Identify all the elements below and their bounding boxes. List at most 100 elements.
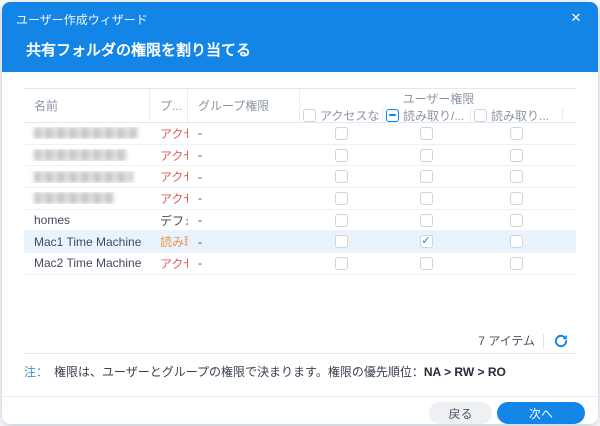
row-preview: デフォ: [160, 213, 188, 228]
row-checkbox-na[interactable]: [334, 235, 348, 249]
permissions-table: 名前 プ... グループ権限 ユーザー権限 アクセスなし 読み取り/...: [24, 88, 576, 354]
row-checkbox-rw[interactable]: [419, 148, 433, 162]
row-cell-read-only: [470, 170, 562, 184]
row-cell-read-only: [470, 126, 562, 140]
table-row[interactable]: homes デフォ -: [24, 210, 576, 232]
refresh-icon: [554, 334, 568, 347]
row-group-permission: -: [198, 213, 202, 228]
row-cell-no-access: [300, 213, 382, 227]
footer-divider: [543, 333, 544, 348]
back-button[interactable]: 戻る: [429, 402, 492, 424]
row-preview: アクセ: [160, 256, 188, 271]
bottom-spacer: [2, 380, 598, 384]
close-icon[interactable]: ✕: [567, 9, 585, 27]
permission-note: 注： 権限は、ユーザーとグループの権限で決まります。権限の優先順位：NA > RW…: [24, 363, 576, 380]
row-cell-read-write: [382, 191, 470, 205]
row-checkbox-rw[interactable]: [419, 126, 433, 140]
row-checkbox-na[interactable]: [334, 170, 348, 184]
header-checkbox-na[interactable]: [303, 108, 316, 122]
row-checkbox-ro[interactable]: [509, 256, 523, 270]
dialog-header: ユーザー作成ウィザード ✕ 共有フォルダの権限を割り当てる: [2, 2, 598, 72]
row-checkbox-ro[interactable]: [509, 170, 523, 184]
column-group-user-permission: ユーザー権限 アクセスなし 読み取り/... 読み取り...: [300, 89, 577, 123]
row-cell-read-write: [382, 170, 470, 184]
next-button[interactable]: 次へ: [497, 402, 585, 424]
subheader-no-access-label: アクセスなし: [320, 108, 382, 123]
row-preview: 読み取: [160, 235, 188, 250]
header-checkbox-ro[interactable]: [474, 108, 487, 122]
header-checkbox-rw[interactable]: [386, 108, 399, 122]
subheader-read-only: 読み取り...: [470, 107, 562, 123]
row-preview: アクセ: [160, 191, 188, 206]
row-cell-read-write: [382, 235, 470, 249]
table-footer: 7 アイテム: [24, 328, 576, 354]
refresh-button[interactable]: [552, 332, 570, 350]
row-checkbox-ro[interactable]: [509, 148, 523, 162]
row-group-permission: -: [198, 234, 202, 249]
row-preview: アクセ: [160, 170, 188, 185]
row-checkbox-ro[interactable]: [509, 126, 523, 140]
row-checkbox-rw[interactable]: [419, 170, 433, 184]
button-bar: 戻る 次へ: [2, 397, 598, 424]
subheader-read-write-label: 読み取り/...: [403, 108, 465, 123]
note-priority: NA > RW > RO: [423, 365, 506, 379]
row-checkbox-na[interactable]: [334, 126, 348, 140]
user-permission-group-label: ユーザー権限: [402, 92, 475, 106]
row-group-permission: -: [198, 126, 202, 141]
table-header: 名前 プ... グループ権限 ユーザー権限 アクセスなし 読み取り/...: [24, 89, 576, 123]
row-group-permission: -: [198, 169, 202, 184]
row-cell-no-access: [300, 235, 382, 249]
row-name: homes: [34, 213, 71, 228]
table-row[interactable]: Mac1 Time Machine 読み取 -: [24, 231, 576, 254]
table-row[interactable]: アクセ -: [24, 123, 576, 145]
redacted-name: [34, 149, 127, 162]
row-cell-read-write: [382, 213, 470, 227]
row-cell-read-only: [470, 256, 562, 270]
redacted-name: [34, 127, 138, 140]
item-count: 7 アイテム: [478, 334, 535, 348]
row-group-permission: -: [198, 191, 202, 206]
row-cell-no-access: [300, 126, 382, 140]
row-checkbox-rw[interactable]: [419, 213, 433, 227]
column-header-preview[interactable]: プ...: [150, 89, 188, 122]
row-checkbox-na[interactable]: [334, 191, 348, 205]
column-header-name[interactable]: 名前: [24, 89, 150, 122]
row-cell-read-only: [470, 213, 562, 227]
row-group-permission: -: [198, 256, 202, 271]
table-empty-area: [24, 275, 576, 328]
user-creation-wizard-dialog: ユーザー作成ウィザード ✕ 共有フォルダの権限を割り当てる 名前 プ... グル…: [2, 2, 598, 424]
row-checkbox-rw[interactable]: [419, 235, 433, 249]
table-row[interactable]: アクセ -: [24, 188, 576, 210]
table-row[interactable]: アクセ -: [24, 166, 576, 189]
row-checkbox-ro[interactable]: [509, 191, 523, 205]
row-group-permission: -: [198, 148, 202, 163]
row-cell-read-only: [470, 148, 562, 162]
row-checkbox-rw[interactable]: [419, 191, 433, 205]
subheader-read-only-label: 読み取り...: [491, 108, 550, 123]
row-cell-no-access: [300, 170, 382, 184]
row-checkbox-ro[interactable]: [509, 235, 523, 249]
row-cell-no-access: [300, 191, 382, 205]
table-row[interactable]: アクセ -: [24, 145, 576, 167]
row-checkbox-na[interactable]: [334, 213, 348, 227]
note-text: 権限は、ユーザーとグループの権限で決まります。権限の優先順位：: [54, 365, 424, 379]
row-cell-read-write: [382, 256, 470, 270]
row-checkbox-na[interactable]: [334, 256, 348, 270]
row-checkbox-na[interactable]: [334, 148, 348, 162]
subheader-no-access: アクセスなし: [300, 107, 382, 123]
header-gutter: [562, 107, 577, 123]
row-checkbox-ro[interactable]: [509, 213, 523, 227]
redacted-name: [34, 192, 114, 205]
row-cell-read-only: [470, 235, 562, 249]
redacted-name: [34, 170, 133, 183]
row-checkbox-rw[interactable]: [419, 256, 433, 270]
table-row[interactable]: Mac2 Time Machine アクセ -: [24, 253, 576, 275]
table-body: アクセ - アクセ - アクセ -: [24, 123, 576, 275]
row-name: [24, 170, 150, 183]
row-cell-no-access: [300, 256, 382, 270]
note-prefix: 注：: [24, 365, 49, 379]
row-name: [24, 127, 150, 140]
row-cell-read-write: [382, 148, 470, 162]
row-name: [24, 192, 150, 205]
column-header-group-permission[interactable]: グループ権限: [188, 89, 300, 122]
